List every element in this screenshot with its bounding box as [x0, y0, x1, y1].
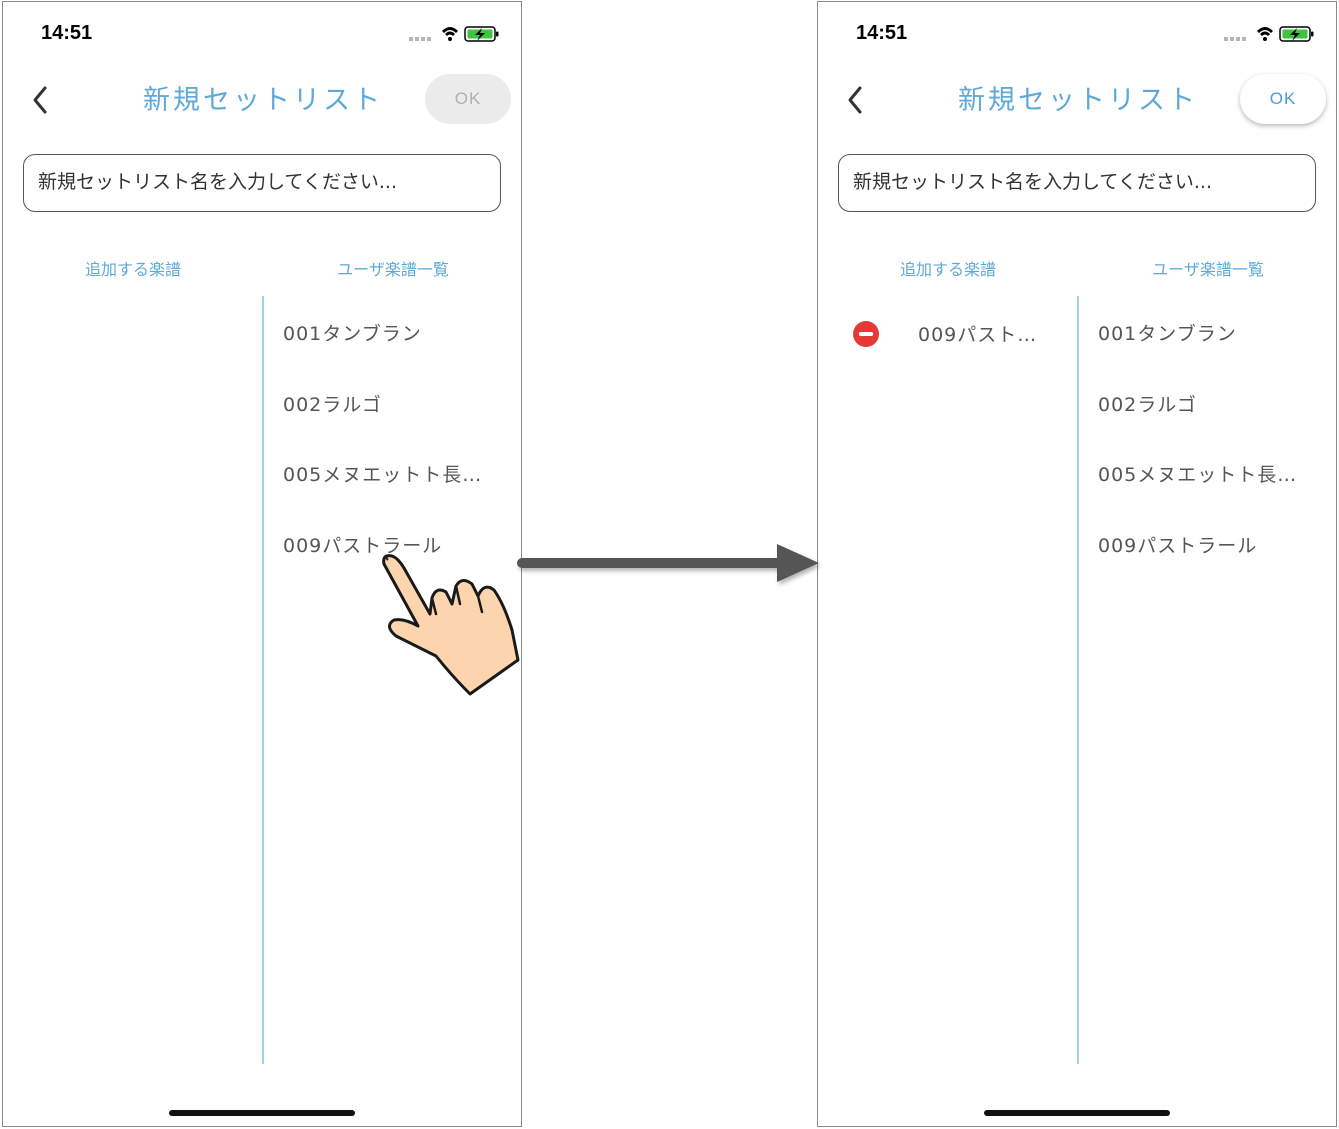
added-scores-header: 追加する楽譜: [899, 260, 996, 279]
ok-button[interactable]: OK: [1240, 74, 1326, 124]
list-item[interactable]: 009パストラール: [1098, 514, 1328, 585]
status-time: 14:51: [856, 22, 908, 44]
list-item[interactable]: 002ラルゴ: [283, 373, 513, 444]
status-icons: [409, 26, 499, 42]
page-title: 新規セットリスト: [958, 85, 1198, 116]
list-item[interactable]: 001タンブラン: [1098, 302, 1328, 373]
added-scores-header: 追加する楽譜: [84, 260, 181, 279]
phone-screen-after: 14:51 新規セットリスト OK 新規セットリスト名を入力してください... …: [817, 1, 1337, 1127]
added-score-label: 009パスト…: [918, 324, 1038, 346]
signal-icon: [1224, 37, 1246, 41]
added-score-item: 009パスト…: [852, 316, 1072, 356]
chevron-left-icon: [848, 86, 862, 114]
list-item[interactable]: 001タンブラン: [283, 302, 513, 373]
list-item[interactable]: 002ラルゴ: [1098, 373, 1328, 444]
home-indicator: [169, 1110, 355, 1116]
setlist-name-input[interactable]: 新規セットリスト名を入力してください...: [23, 154, 501, 212]
chevron-left-icon: [33, 86, 47, 114]
user-scores-header: ユーザ楽譜一覧: [1152, 260, 1264, 279]
back-button[interactable]: [838, 80, 872, 120]
list-item[interactable]: 005メヌエットト長…: [283, 443, 513, 514]
status-time: 14:51: [41, 22, 93, 44]
wifi-icon: [1257, 27, 1273, 41]
signal-icon: [409, 37, 431, 41]
home-indicator: [984, 1110, 1170, 1116]
arrow-right-icon: [517, 544, 819, 582]
page-title: 新規セットリスト: [143, 85, 383, 116]
user-scores-list: 001タンブラン 002ラルゴ 005メヌエットト長… 009パストラール: [283, 302, 513, 584]
battery-charging-icon: [1279, 26, 1314, 42]
user-scores-list: 001タンブラン 002ラルゴ 005メヌエットト長… 009パストラール: [1098, 302, 1328, 584]
column-divider: [1077, 296, 1079, 1064]
user-scores-header: ユーザ楽譜一覧: [337, 260, 449, 279]
wifi-icon: [442, 27, 458, 41]
setlist-name-input[interactable]: 新規セットリスト名を入力してください...: [838, 154, 1316, 212]
battery-charging-icon: [464, 26, 499, 42]
pointing-hand-icon: [382, 554, 520, 696]
minus-circle-icon[interactable]: [852, 320, 880, 348]
back-button[interactable]: [23, 80, 57, 120]
column-divider: [262, 296, 264, 1064]
status-icons: [1224, 26, 1314, 42]
ok-button[interactable]: OK: [425, 74, 511, 124]
list-item[interactable]: 005メヌエットト長…: [1098, 443, 1328, 514]
